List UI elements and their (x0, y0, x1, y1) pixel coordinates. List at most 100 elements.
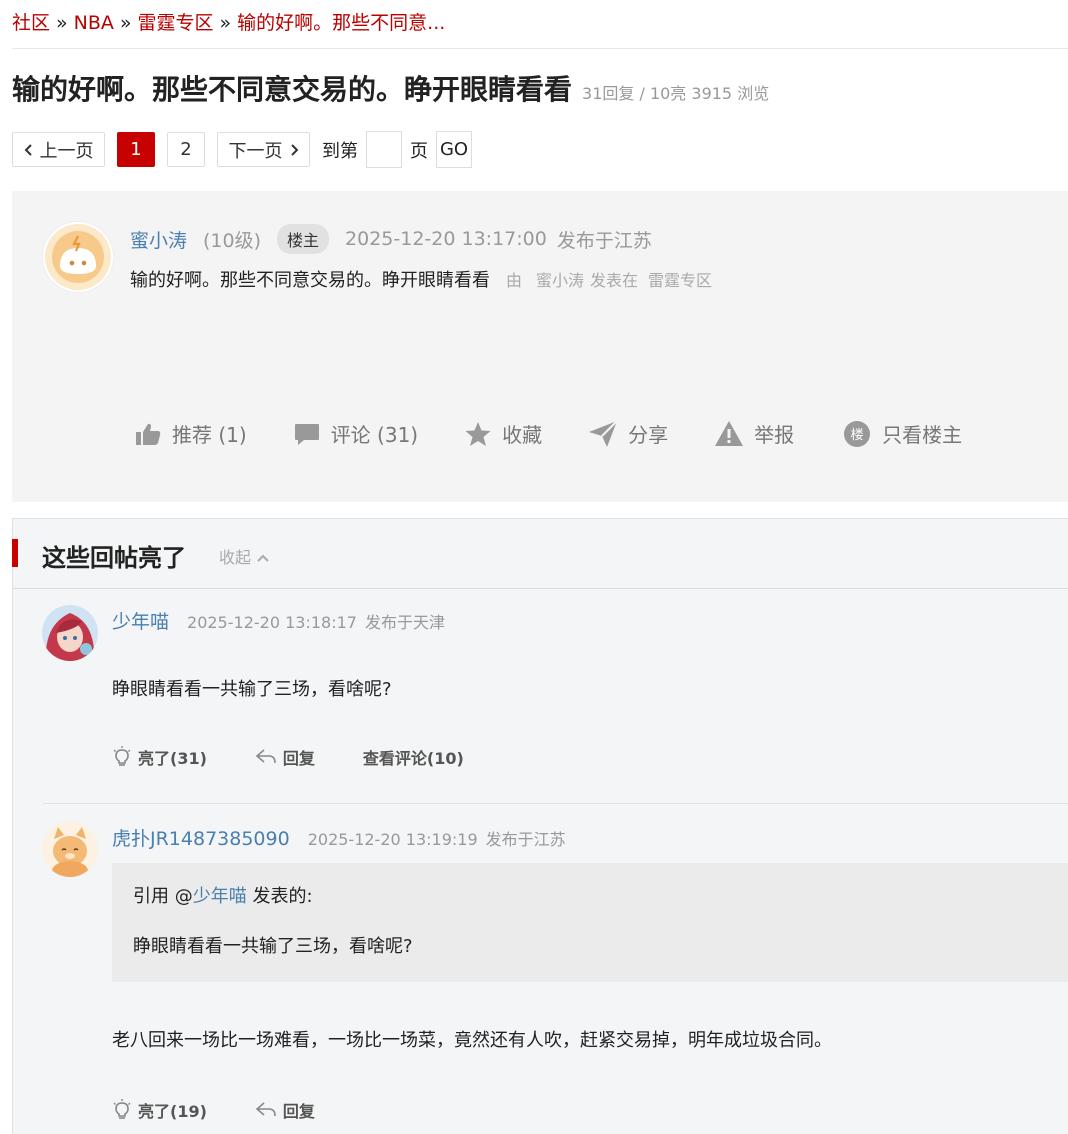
post-actions: 推荐 (1) 评论 (31) 收藏 分享 举报 楼 只看楼主 (134, 419, 962, 448)
comment-icon (294, 423, 319, 445)
reply-actions: 亮了(31) 回复 查看评论(10) (112, 745, 464, 769)
quote-prefix: 引用 @ (133, 886, 193, 907)
light-count: 亮了(19) (138, 1102, 207, 1121)
highlighted-replies-header: 这些回帖亮了 收起 (12, 519, 1068, 589)
thread-header: 输的好啊。那些不同意交易的。睁开眼睛看看 31回复 / 10亮 3915 浏览 (12, 68, 769, 108)
op-source-board[interactable]: 雷霆专区 (648, 271, 712, 290)
light-button[interactable]: 亮了(19) (112, 1098, 207, 1122)
op-timestamp: 2025-12-20 13:17:00 (345, 228, 547, 250)
share-button[interactable]: 分享 (588, 419, 668, 448)
chevron-right-icon (290, 143, 298, 156)
thread-stats: 31回复 / 10亮 3915 浏览 (582, 84, 770, 103)
warning-icon (715, 420, 744, 446)
chevron-left-icon (24, 143, 32, 156)
next-page-button[interactable]: 下一页 (217, 132, 310, 167)
paper-plane-icon (589, 419, 618, 447)
reply-meta: 少年喵 2025-12-20 13:18:17 发布于天津 (112, 607, 445, 634)
breadcrumb-separator: » (56, 12, 68, 34)
op-badge: 楼主 (277, 224, 330, 254)
op-source: 由蜜小涛 发表在 雷霆专区 (500, 271, 712, 290)
op-source-user[interactable]: 蜜小涛 (536, 271, 584, 290)
goto-label: 到第 (322, 140, 358, 162)
page-unit-label: 页 (410, 140, 428, 162)
breadcrumb-community[interactable]: 社区 (12, 12, 50, 34)
report-label: 举报 (754, 423, 795, 447)
avatar[interactable] (42, 821, 98, 877)
op-source-posted: 发表在 (590, 271, 639, 290)
avatar[interactable] (42, 221, 114, 293)
reply-username[interactable]: 虎扑JR1487385090 (112, 824, 290, 851)
op-avatar-image (45, 224, 111, 290)
op-level: (10级) (203, 229, 262, 252)
collapse-button[interactable]: 收起 (219, 544, 270, 568)
collapse-label: 收起 (219, 548, 252, 567)
comment-label: 评论 (31) (330, 423, 419, 447)
goto-page-input[interactable] (366, 131, 402, 168)
go-button[interactable]: GO (436, 131, 472, 168)
light-count: 亮了(31) (138, 749, 207, 768)
breadcrumb-separator: » (219, 12, 232, 34)
reply-content: 睁眼睛看看一共输了三场，看啥呢? (112, 679, 392, 700)
quote-suffix: 发表的: (246, 886, 313, 907)
op-content-row: 输的好啊。那些不同意交易的。睁开眼睛看看由蜜小涛 发表在 雷霆专区 (130, 266, 712, 292)
prev-page-label: 上一页 (39, 140, 94, 162)
favorite-label: 收藏 (502, 423, 543, 447)
next-page-label: 下一页 (228, 140, 283, 162)
reply-meta: 虎扑JR1487385090 2025-12-20 13:19:19 发布于江苏 (112, 824, 566, 851)
favorite-button[interactable]: 收藏 (464, 419, 542, 448)
quote-block: 引用 @少年喵 发表的: 睁眼睛看看一共输了三场，看啥呢? (112, 863, 1068, 982)
recommend-button[interactable]: 推荐 (1) (134, 419, 247, 448)
recommend-label: 推荐 (1) (172, 423, 247, 447)
op-location: 发布于江苏 (556, 229, 652, 252)
op-meta: 蜜小涛 (10级) 楼主 2025-12-20 13:17:00 发布于江苏 (130, 224, 652, 254)
thread-title: 输的好啊。那些不同意交易的。睁开眼睛看看 (12, 73, 573, 106)
breadcrumb-nba[interactable]: NBA (74, 12, 114, 34)
lightbulb-icon (113, 746, 131, 766)
page-1-button[interactable]: 1 (117, 132, 155, 167)
reply-content: 老八回来一场比一场难看，一场比一场菜，竟然还有人吹，赶紧交易掉，明年成垃圾合同。 (112, 1030, 832, 1051)
reply-timestamp: 2025-12-20 13:18:17 (187, 613, 357, 632)
reply-label: 回复 (282, 749, 315, 768)
reply-arrow-icon (255, 1102, 276, 1117)
breadcrumb: 社区» NBA» 雷霆专区» 输的好啊。那些不同意... (12, 8, 445, 35)
light-button[interactable]: 亮了(31) (112, 745, 207, 769)
reply-actions: 亮了(19) 回复 (112, 1098, 315, 1122)
op-content: 输的好啊。那些不同意交易的。睁开眼睛看看 (130, 270, 490, 291)
op-only-icon: 楼 (844, 420, 871, 447)
quote-content: 睁眼睛看看一共输了三场，看啥呢? (133, 936, 413, 957)
header-divider (12, 48, 1068, 49)
reply-button[interactable]: 回复 (255, 1098, 315, 1122)
reply-timestamp: 2025-12-20 13:19:19 (307, 830, 478, 849)
breadcrumb-current-thread[interactable]: 输的好啊。那些不同意... (237, 12, 445, 34)
lightbulb-icon (113, 1099, 131, 1119)
comment-button[interactable]: 评论 (31) (293, 419, 418, 448)
breadcrumb-separator: » (119, 12, 132, 34)
page-2-button[interactable]: 2 (167, 132, 205, 167)
highlighted-replies: 这些回帖亮了 收起 少年喵 2025-12-20 13:18:17 发布于天津 … (12, 518, 1068, 1134)
reply-button[interactable]: 回复 (255, 745, 315, 769)
view-comments-label: 查看评论(10) (362, 749, 464, 768)
op-only-button[interactable]: 楼 只看楼主 (844, 419, 962, 448)
reply-avatar-image (42, 605, 98, 661)
section-accent-bar (12, 539, 18, 567)
thumbs-up-icon (136, 423, 161, 445)
op-only-label: 只看楼主 (882, 423, 963, 447)
avatar[interactable] (42, 605, 98, 661)
pagination: 上一页 1 2 下一页 到第 页 GO (12, 131, 472, 168)
reply-avatar-image (42, 821, 98, 877)
op-source-by: 由 (506, 271, 523, 290)
chevron-up-icon (257, 554, 269, 562)
reply-divider (43, 803, 1068, 804)
breadcrumb-thunder-board[interactable]: 雷霆专区 (138, 12, 214, 34)
reply-location: 发布于天津 (364, 613, 445, 632)
section-title: 这些回帖亮了 (42, 544, 186, 572)
op-username[interactable]: 蜜小涛 (130, 226, 187, 253)
reply-username[interactable]: 少年喵 (112, 607, 169, 634)
star-icon (465, 421, 491, 446)
share-label: 分享 (628, 423, 669, 447)
report-button[interactable]: 举报 (714, 419, 794, 448)
quote-user-link[interactable]: 少年喵 (193, 886, 247, 907)
prev-page-button[interactable]: 上一页 (12, 132, 105, 167)
view-comments-button[interactable]: 查看评论(10) (363, 745, 464, 769)
reply-label: 回复 (282, 1102, 315, 1121)
